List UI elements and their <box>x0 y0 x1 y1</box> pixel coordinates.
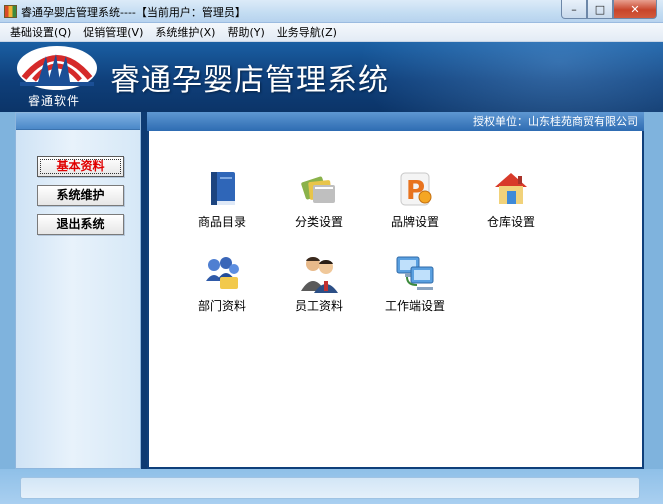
menu-bar: 基础设置(Q) 促销管理(V) 系统维护(X) 帮助(Y) 业务导航(Z) <box>0 23 663 42</box>
main-frame: 授权单位：山东桂苑商贸有限公司 商品目录 分类设置 P 品牌设置 仓库设置 部门… <box>147 112 644 469</box>
left-nav-panel: 基本资料 系统维护 退出系统 <box>15 112 141 469</box>
minimize-button[interactable]: – <box>561 0 587 19</box>
left-panel-header <box>16 113 140 130</box>
app-icon <box>4 5 17 18</box>
tile-category-settings[interactable]: 分类设置 <box>279 169 359 239</box>
window-controls: – □ ✕ <box>561 0 657 19</box>
menu-system-maintenance[interactable]: 系统维护(X) <box>149 24 221 40</box>
status-bar <box>20 477 640 499</box>
brand-icon: P <box>395 169 435 209</box>
menu-promotion[interactable]: 促销管理(V) <box>77 24 149 40</box>
app-title: 睿通孕婴店管理系统 <box>110 63 389 98</box>
workstation-icon <box>395 253 435 293</box>
tile-department-info[interactable]: 部门资料 <box>182 253 262 323</box>
nav-basic-data-button[interactable]: 基本资料 <box>37 156 124 177</box>
tile-label: 商品目录 <box>197 215 246 229</box>
book-icon <box>202 169 242 209</box>
authorization-text: 授权单位：山东桂苑商贸有限公司 <box>473 115 638 128</box>
maximize-button[interactable]: □ <box>587 0 613 19</box>
tile-warehouse-settings[interactable]: 仓库设置 <box>471 169 551 239</box>
nav-exit-system-button[interactable]: 退出系统 <box>37 214 124 235</box>
logo-emblem-icon <box>17 46 97 90</box>
menu-business-navigation[interactable]: 业务导航(Z) <box>271 24 343 40</box>
tile-label: 员工资料 <box>294 299 343 313</box>
function-tiles-area: 商品目录 分类设置 P 品牌设置 仓库设置 部门资料 员工资料 工作端设置 <box>149 131 642 467</box>
employees-icon <box>299 253 339 293</box>
header-banner: 睿通软件 睿通孕婴店管理系统 <box>0 42 663 112</box>
nav-system-maintenance-button[interactable]: 系统维护 <box>37 185 124 206</box>
menu-basic-settings[interactable]: 基础设置(Q) <box>4 24 77 40</box>
status-area <box>0 469 663 504</box>
logo-caption: 睿通软件 <box>28 94 81 108</box>
tile-employee-info[interactable]: 员工资料 <box>279 253 359 323</box>
department-icon <box>202 253 242 293</box>
tile-label: 仓库设置 <box>486 215 535 229</box>
folders-icon <box>299 169 339 209</box>
window-titlebar: 睿通孕婴店管理系统----【当前用户：管理员】 – □ ✕ <box>0 0 663 23</box>
menu-help[interactable]: 帮助(Y) <box>221 24 270 40</box>
company-logo: 睿通软件 <box>14 42 100 112</box>
tile-brand-settings[interactable]: P 品牌设置 <box>375 169 455 239</box>
tile-workstation-settings[interactable]: 工作端设置 <box>375 253 455 323</box>
tile-label: 工作端设置 <box>384 299 445 313</box>
warehouse-icon <box>491 169 531 209</box>
window-title: 睿通孕婴店管理系统----【当前用户：管理员】 <box>21 6 246 19</box>
authorization-bar: 授权单位：山东桂苑商贸有限公司 <box>147 112 644 131</box>
close-button[interactable]: ✕ <box>613 0 657 19</box>
tile-label: 品牌设置 <box>390 215 439 229</box>
tile-product-catalog[interactable]: 商品目录 <box>182 169 262 239</box>
tile-label: 部门资料 <box>197 299 246 313</box>
tile-label: 分类设置 <box>294 215 343 229</box>
